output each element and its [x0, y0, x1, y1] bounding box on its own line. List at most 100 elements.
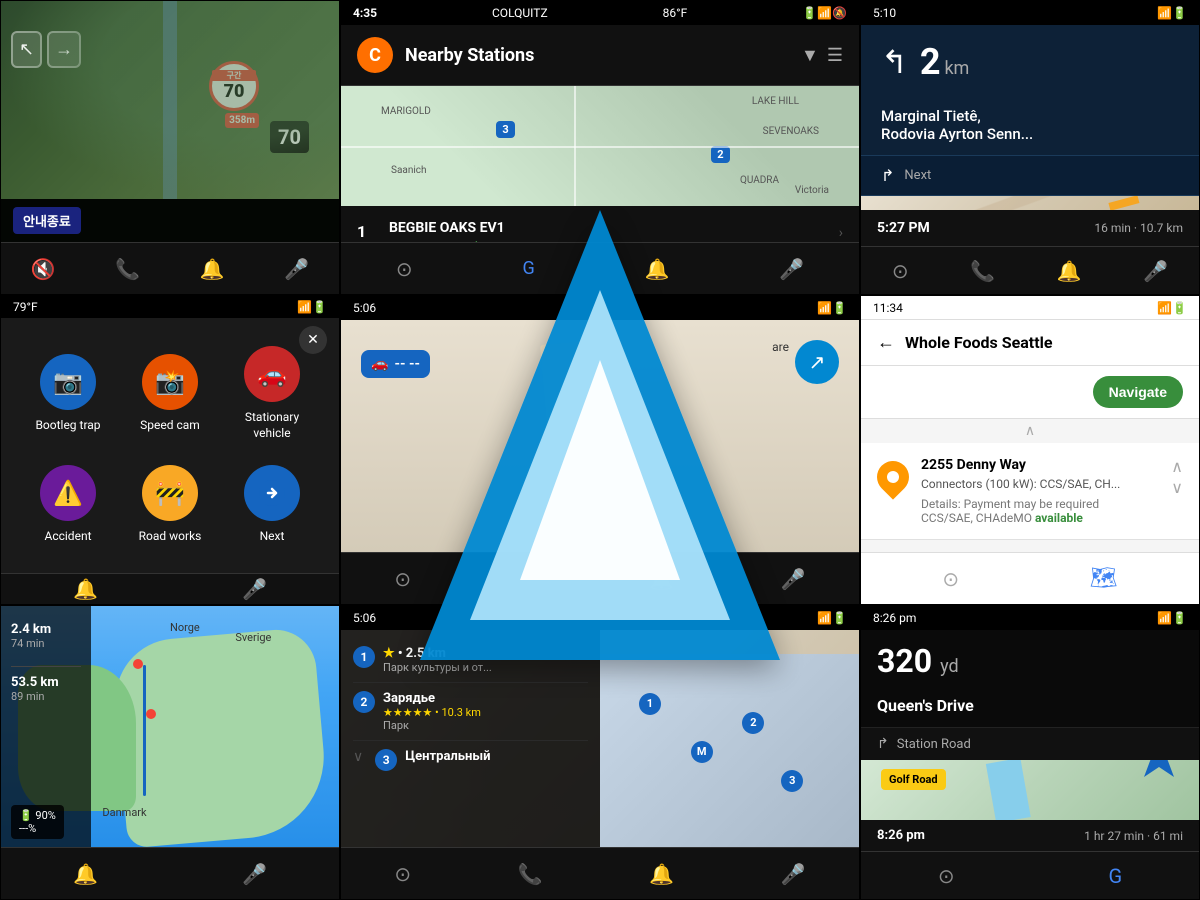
mic-icon-bot[interactable]: 🎤 — [781, 862, 806, 886]
google-icon[interactable]: G — [522, 258, 534, 279]
bell-icon-nav[interactable]: 🔔 — [1057, 259, 1082, 283]
share-label: are — [772, 340, 789, 354]
bot-station-3[interactable]: ∨ 3 Центральный — [353, 741, 588, 779]
wf-back-button[interactable]: ← — [877, 332, 895, 353]
ev-time: 4:35 — [353, 6, 377, 20]
cell-turn-nav: 5:10 📶🔋 ↰ 2 km Marginal Tietê, Rodovia A… — [860, 0, 1200, 295]
bot-bottom-bar: ⊙ 📞 🔔 🎤 — [341, 847, 859, 899]
list-icon[interactable]: ☰ — [827, 45, 843, 66]
wf-status-bar: 11:34 📶🔋 — [861, 296, 1199, 320]
uk-status-icons: 📶🔋 — [1157, 611, 1187, 625]
mic-icon-scan[interactable]: 🎤 — [242, 862, 267, 886]
scan-time-2: 89 min — [11, 690, 81, 703]
route-line — [143, 665, 146, 797]
wf-pin-icon — [870, 454, 915, 499]
road-name-box: Marginal Tietê, Rodovia Ayrton Senn... — [861, 99, 1199, 156]
main-grid: ↖ → 구간 70 358m 70 안내종료 🔇 📞 🔔 🎤 4:35 — [0, 0, 1200, 900]
wf-header: ← Whole Foods Seattle — [861, 320, 1199, 366]
uk-road-name: Queen's Drive — [861, 692, 1199, 727]
google-icon-uk[interactable]: G — [1108, 864, 1122, 888]
bell-icon-scan[interactable]: 🔔 — [73, 862, 98, 886]
expand-icon[interactable]: ∧ — [1025, 423, 1035, 439]
cell-whole-foods: 11:34 📶🔋 ← Whole Foods Seattle Navigate … — [860, 295, 1200, 605]
mid-time: 5:06 — [353, 301, 376, 315]
bot-num-2: 2 — [353, 691, 375, 713]
bell-icon-mid[interactable]: 🔔 — [649, 567, 674, 591]
close-button[interactable]: ✕ — [299, 326, 327, 354]
phone-icon-nav[interactable]: 📞 — [970, 259, 995, 283]
chevron-down-btn[interactable]: ∨ — [1171, 478, 1183, 497]
bot-name-1: ★ • 2.5 km — [383, 646, 588, 661]
cell-scan-map: Norge Sverige Danmark 2.4 km 74 min 53.5… — [0, 605, 340, 900]
road-works-label: Road works — [139, 529, 202, 545]
home-circle-mid[interactable]: ⊙ — [394, 567, 411, 591]
next-turn-icon: ↱ — [881, 166, 894, 185]
home-circle-icon[interactable]: ⊙ — [396, 257, 413, 281]
scan-divider — [11, 666, 81, 667]
mic-icon[interactable]: 🎤 — [284, 257, 309, 281]
scan-time-1: 74 min — [11, 637, 81, 650]
mic-icon-nav[interactable]: 🎤 — [1143, 259, 1168, 283]
phone-icon-mid[interactable]: 📞 — [518, 567, 543, 591]
speed-sign-icon: 🚗 — [371, 356, 388, 372]
bot-station-2[interactable]: 2 Зарядье ★★★★★ • 10.3 km Парк — [353, 683, 588, 741]
speed-zone-label: 구간 — [212, 70, 256, 81]
bot-station-1[interactable]: 1 ★ • 2.5 km Парк культуры и от... — [353, 638, 588, 683]
mute-icon[interactable]: 🔇 — [31, 257, 56, 281]
uk-next-road: Station Road — [897, 737, 971, 752]
station-item-1[interactable]: 1 BEGBIE OAKS EV1 Available • AC • $ 1.3… — [341, 206, 859, 242]
home-circle-bot[interactable]: ⊙ — [394, 862, 411, 886]
chevron-up-btn[interactable]: ∧ — [1171, 457, 1183, 476]
ev-status-bar: 4:35 COLQUITZ 86°F 🔋📶🔕 — [341, 1, 859, 25]
nav-status-bar: 5:10 📶🔋 — [861, 1, 1199, 25]
bell-icon-bot[interactable]: 🔔 — [649, 862, 674, 886]
wf-payment-types: CCS/SAE, CHAdeMO available — [921, 511, 1159, 525]
share-button[interactable]: ↗ — [795, 340, 839, 384]
korean-top-bar: 안내종료 — [1, 199, 339, 242]
bot-stars-2: ★★★★★ • 10.3 km — [383, 706, 588, 719]
bell-icon-alert[interactable]: 🔔 — [73, 577, 98, 601]
home-circle-wf[interactable]: ⊙ — [942, 567, 959, 591]
google-maps-icon[interactable]: 🗺 — [1090, 566, 1118, 591]
mic-icon-mid[interactable]: 🎤 — [781, 567, 806, 591]
nav-distance-unit: km — [944, 58, 969, 79]
alert-road-works[interactable]: 🚧 Road works — [119, 453, 221, 557]
speed-cam-label: Speed cam — [140, 418, 200, 434]
mic-icon-ev[interactable]: 🎤 — [779, 257, 804, 281]
turn-arrows: ↖ → — [11, 31, 81, 68]
uk-unit: yd — [940, 656, 959, 677]
home-circle-uk[interactable]: ⊙ — [938, 864, 955, 888]
uk-next-icon: ↱ — [877, 736, 889, 752]
speed-sign-text: -- -- — [394, 356, 420, 372]
bootleg-icon: 📷 — [40, 354, 96, 410]
bot-info-1: ★ • 2.5 km Парк культуры и от... — [383, 646, 588, 674]
alert-bottom-bar: 🔔 🎤 — [1, 573, 339, 604]
home-icon-nav[interactable]: ⊙ — [892, 259, 909, 283]
ev-temp: 86°F — [663, 6, 688, 20]
wf-title: Whole Foods Seattle — [905, 333, 1183, 352]
alert-accident[interactable]: ⚠️ Accident — [17, 453, 119, 557]
alert-speed-cam[interactable]: 📸 Speed cam — [119, 334, 221, 453]
wf-address: 2255 Denny Way — [921, 457, 1159, 473]
next-turn-label: Next — [904, 168, 931, 183]
uk-distance-box: 320 yd — [861, 630, 1199, 692]
map-pin-2: 2 — [742, 712, 764, 734]
phone-icon[interactable]: 📞 — [115, 257, 140, 281]
navigate-row: Navigate — [861, 366, 1199, 419]
navigate-button[interactable]: Navigate — [1093, 376, 1183, 408]
filter-icon[interactable]: ▼ — [801, 45, 819, 66]
map-label-victoria: Victoria — [795, 185, 829, 196]
map-pin-m: M — [691, 741, 713, 763]
map-label-marigold: MARIGOLD — [381, 106, 431, 117]
korean-bottom-bar: 🔇 📞 🔔 🎤 — [1, 242, 339, 294]
alert-bootleg[interactable]: 📷 Bootleg trap — [17, 334, 119, 453]
map-label-sevenoaks: SEVENOAKS — [763, 126, 819, 137]
phone-icon-bot[interactable]: 📞 — [518, 862, 543, 886]
mic-icon-alert[interactable]: 🎤 — [242, 577, 267, 601]
route-start-pin — [133, 659, 143, 669]
bell-icon-ev[interactable]: 🔔 — [644, 257, 669, 281]
next-turn-row: ↱ Next — [861, 156, 1199, 196]
alert-next[interactable]: Next — [221, 453, 323, 557]
bell-icon[interactable]: 🔔 — [200, 257, 225, 281]
wf-status-icons: 📶🔋 — [1157, 301, 1187, 315]
